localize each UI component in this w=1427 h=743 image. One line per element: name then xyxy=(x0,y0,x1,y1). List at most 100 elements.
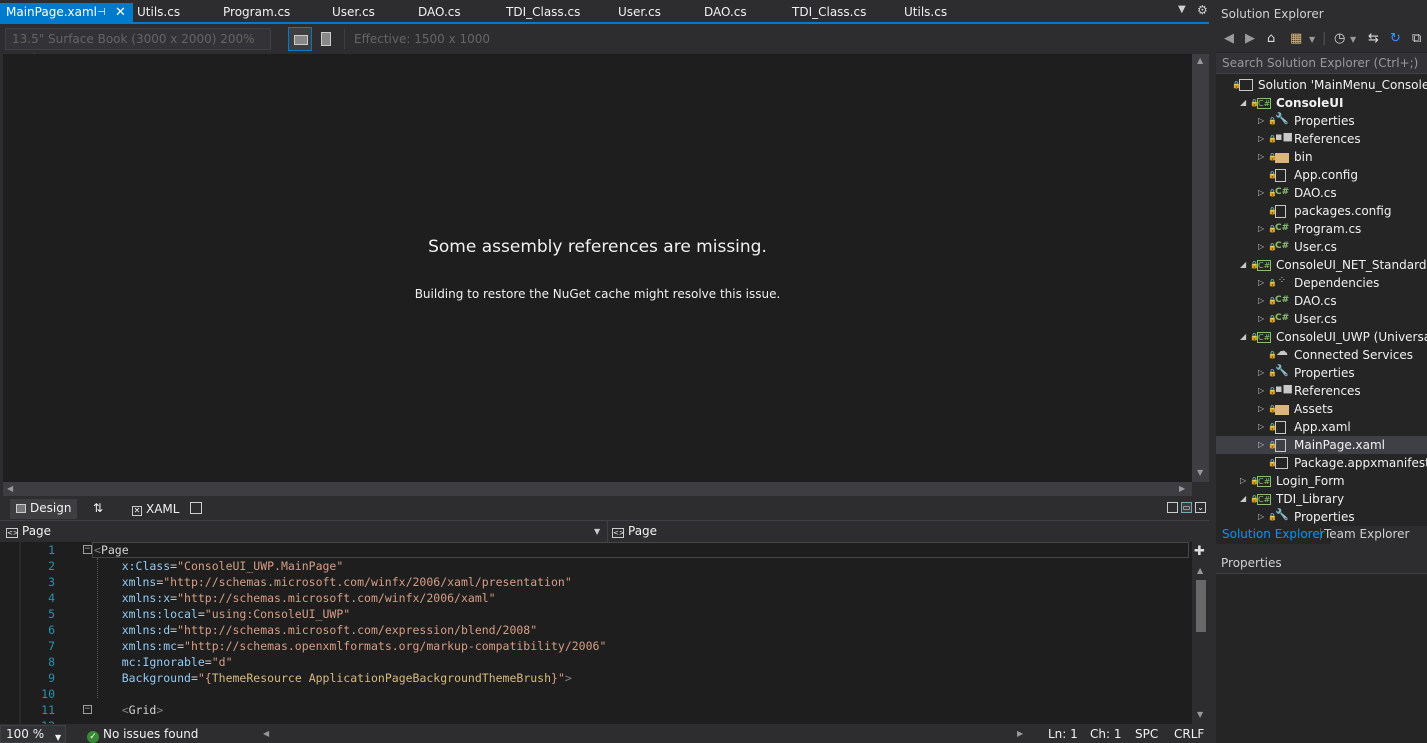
tree-item[interactable]: 🔒 App.config xyxy=(1216,166,1427,184)
tree-item[interactable]: ◢🔒C#ConsoleUI_UWP (Universal Win xyxy=(1216,328,1427,346)
chevron-down-icon[interactable]: ▼ xyxy=(1350,35,1356,44)
tab-dao-cs-2[interactable]: DAO.cs xyxy=(704,3,747,24)
scroll-left-icon[interactable]: ◀ xyxy=(7,484,13,493)
code-line[interactable]: 10 xyxy=(0,686,1192,702)
vertical-split-icon[interactable] xyxy=(1167,502,1178,513)
issues-indicator[interactable]: ✓ No issues found xyxy=(87,727,198,743)
collapse-icon[interactable]: − xyxy=(83,705,92,714)
collapsed-arrow-icon[interactable]: ▷ xyxy=(1258,112,1264,130)
switch-views-icon[interactable]: ▦ xyxy=(1290,31,1302,46)
design-tab-button[interactable]: Design xyxy=(10,499,78,519)
tree-item[interactable]: 🔒Solution 'MainMenu_Console' (8 o xyxy=(1216,76,1427,94)
collapsed-arrow-icon[interactable]: ▷ xyxy=(1258,220,1264,238)
scroll-up-icon[interactable]: ▲ xyxy=(1197,566,1203,575)
chevron-down-icon[interactable]: ▼ xyxy=(594,527,600,536)
collapsed-arrow-icon[interactable]: ▷ xyxy=(1258,310,1264,328)
code-line[interactable]: 1 <Page xyxy=(0,542,1192,558)
tree-item[interactable]: ▷ 🔒 🔧 Properties xyxy=(1216,508,1427,526)
pin-icon[interactable]: ⊣ xyxy=(97,3,106,22)
tab-user-cs[interactable]: User.cs xyxy=(332,3,375,24)
tree-item[interactable]: ▷ 🔒 bin xyxy=(1216,148,1427,166)
element-member-dropdown[interactable]: <> Page xyxy=(612,523,657,541)
tree-item[interactable]: ▷ 🔒 MainPage.xaml xyxy=(1216,436,1427,454)
tab-user-cs-2[interactable]: User.cs xyxy=(618,3,661,24)
solution-explorer-search[interactable]: Search Solution Explorer (Ctrl+;) xyxy=(1216,53,1427,74)
collapsed-arrow-icon[interactable]: ▷ xyxy=(1258,436,1264,454)
tree-item[interactable]: ◢ 🔒 C# ConsoleUI_NET_Standard xyxy=(1216,256,1427,274)
code-line[interactable]: 12 xyxy=(0,718,1192,724)
code-line[interactable]: 3 xmlns="http://schemas.microsoft.com/wi… xyxy=(0,574,1192,590)
sync-icon[interactable]: ⇆ xyxy=(1368,31,1379,46)
tab-solution-explorer[interactable]: Solution Explorer xyxy=(1216,526,1331,544)
pending-changes-icon[interactable]: ◷ xyxy=(1334,31,1345,46)
collapsed-arrow-icon[interactable]: ▷ xyxy=(1258,400,1264,418)
tab-tdi-class-cs-2[interactable]: TDI_Class.cs xyxy=(792,3,866,24)
scroll-down-icon[interactable]: ▼ xyxy=(1197,710,1203,719)
forward-icon[interactable]: ▶ xyxy=(1245,31,1255,46)
xaml-code-editor[interactable]: 1 <Page 2 x:Class="ConsoleUI_UWP.MainPage"… xyxy=(0,542,1192,724)
scroll-up-icon[interactable]: ▲ xyxy=(1197,56,1203,65)
chevron-down-icon[interactable]: ▼ xyxy=(1309,35,1315,44)
collapsed-arrow-icon[interactable]: ▷ xyxy=(1258,238,1264,256)
popout-icon[interactable] xyxy=(190,502,202,514)
collapsed-arrow-icon[interactable]: ▷ xyxy=(1258,382,1264,400)
design-surface[interactable]: Some assembly references are missing. Bu… xyxy=(3,54,1192,482)
code-line[interactable]: 5 xmlns:local="using:ConsoleUI_UWP" xyxy=(0,606,1192,622)
tab-team-explorer[interactable]: Team Explorer xyxy=(1320,526,1410,544)
tab-utils-cs[interactable]: Utils.cs xyxy=(137,3,180,24)
scroll-left-icon[interactable]: ◀ xyxy=(263,729,269,738)
tree-item[interactable]: ▷ 🔒 C# Program.cs xyxy=(1216,220,1427,238)
tab-mainpage-xaml[interactable]: MainPage.xaml ⊣ ✕ xyxy=(0,3,133,24)
collapsed-arrow-icon[interactable]: ▷ xyxy=(1258,292,1264,310)
tree-item[interactable]: ▷ 🔒 C# User.cs xyxy=(1216,310,1427,328)
tree-item[interactable]: ▷ 🔒 C# User.cs xyxy=(1216,238,1427,256)
tree-item[interactable]: ◢ 🔒 C# TDI_Library xyxy=(1216,490,1427,508)
design-horizontal-scrollbar[interactable]: ◀ ▶ xyxy=(3,482,1192,496)
portrait-view-button[interactable] xyxy=(315,27,337,51)
collapsed-arrow-icon[interactable]: ▷ xyxy=(1240,472,1246,490)
tab-overflow-icon[interactable]: ▼ xyxy=(1178,4,1186,15)
editor-vertical-scrollbar[interactable]: ▲ ▼ xyxy=(1192,542,1209,724)
device-select[interactable]: 13.5" Surface Book (3000 x 2000) 200% sc… xyxy=(5,28,271,66)
tree-item[interactable]: ▷ 🔒 App.xaml xyxy=(1216,418,1427,436)
collapsed-arrow-icon[interactable]: ▷ xyxy=(1258,364,1264,382)
collapsed-arrow-icon[interactable]: ▷ xyxy=(1258,184,1264,202)
tree-item[interactable]: ▷ 🔒 C# DAO.cs xyxy=(1216,292,1427,310)
collapsed-arrow-icon[interactable]: ▷ xyxy=(1258,418,1264,436)
gear-icon[interactable]: ⚙ xyxy=(1197,3,1208,17)
expanded-arrow-icon[interactable]: ◢ xyxy=(1240,328,1246,346)
tab-dao-cs[interactable]: DAO.cs xyxy=(418,3,461,24)
xaml-tab-button[interactable]: ✕ XAML xyxy=(132,502,179,516)
collapse-pane-icon[interactable]: ⌄ xyxy=(1195,502,1206,513)
code-line[interactable]: 4 xmlns:x="http://schemas.microsoft.com/… xyxy=(0,590,1192,606)
tree-item[interactable]: ▷ 🔒 🔧 Properties xyxy=(1216,364,1427,382)
code-line[interactable]: 11 <Grid> xyxy=(0,702,1192,718)
panel-divider[interactable] xyxy=(1209,0,1216,743)
tab-program-cs[interactable]: Program.cs xyxy=(223,3,290,24)
code-line[interactable]: 6 xmlns:d="http://schemas.microsoft.com/… xyxy=(0,622,1192,638)
refresh-icon[interactable]: ↻ xyxy=(1390,31,1401,46)
scroll-right-icon[interactable]: ▶ xyxy=(1017,729,1023,738)
tab-tdi-class-cs[interactable]: TDI_Class.cs xyxy=(506,3,580,24)
tree-item[interactable]: 🔒 ☁ Connected Services xyxy=(1216,345,1427,364)
tree-item[interactable]: ▷ 🔒 C# Login_Form xyxy=(1216,472,1427,490)
split-editor-handle-icon[interactable]: ✚ xyxy=(1194,544,1205,559)
landscape-view-button[interactable] xyxy=(288,27,312,51)
collapse-icon[interactable]: − xyxy=(83,545,92,554)
tree-item[interactable]: ▷ 🔒 ▪■ References xyxy=(1216,382,1427,400)
home-icon[interactable]: ⌂ xyxy=(1267,31,1275,46)
close-icon[interactable]: ✕ xyxy=(115,3,126,22)
horizontal-split-icon[interactable]: ▭ xyxy=(1181,502,1192,513)
code-line[interactable]: 8 mc:Ignorable="d" xyxy=(0,654,1192,670)
line-ending-indicator[interactable]: CRLF xyxy=(1174,727,1204,741)
expanded-arrow-icon[interactable]: ◢ xyxy=(1240,94,1246,112)
tree-item[interactable]: ▷ 🔒 ⁘ Dependencies xyxy=(1216,274,1427,292)
expanded-arrow-icon[interactable]: ◢ xyxy=(1240,256,1246,274)
zoom-dropdown[interactable]: 100 % ▼ xyxy=(0,725,66,743)
collapsed-arrow-icon[interactable]: ▷ xyxy=(1258,274,1264,292)
scroll-right-icon[interactable]: ▶ xyxy=(1179,484,1185,493)
code-line[interactable]: 2 x:Class="ConsoleUI_UWP.MainPage" xyxy=(0,558,1192,574)
scroll-down-icon[interactable]: ▼ xyxy=(1197,468,1203,477)
tree-item[interactable]: 🔒 Package.appxmanifest xyxy=(1216,454,1427,472)
tree-item[interactable]: ▷ 🔒 Assets xyxy=(1216,400,1427,418)
